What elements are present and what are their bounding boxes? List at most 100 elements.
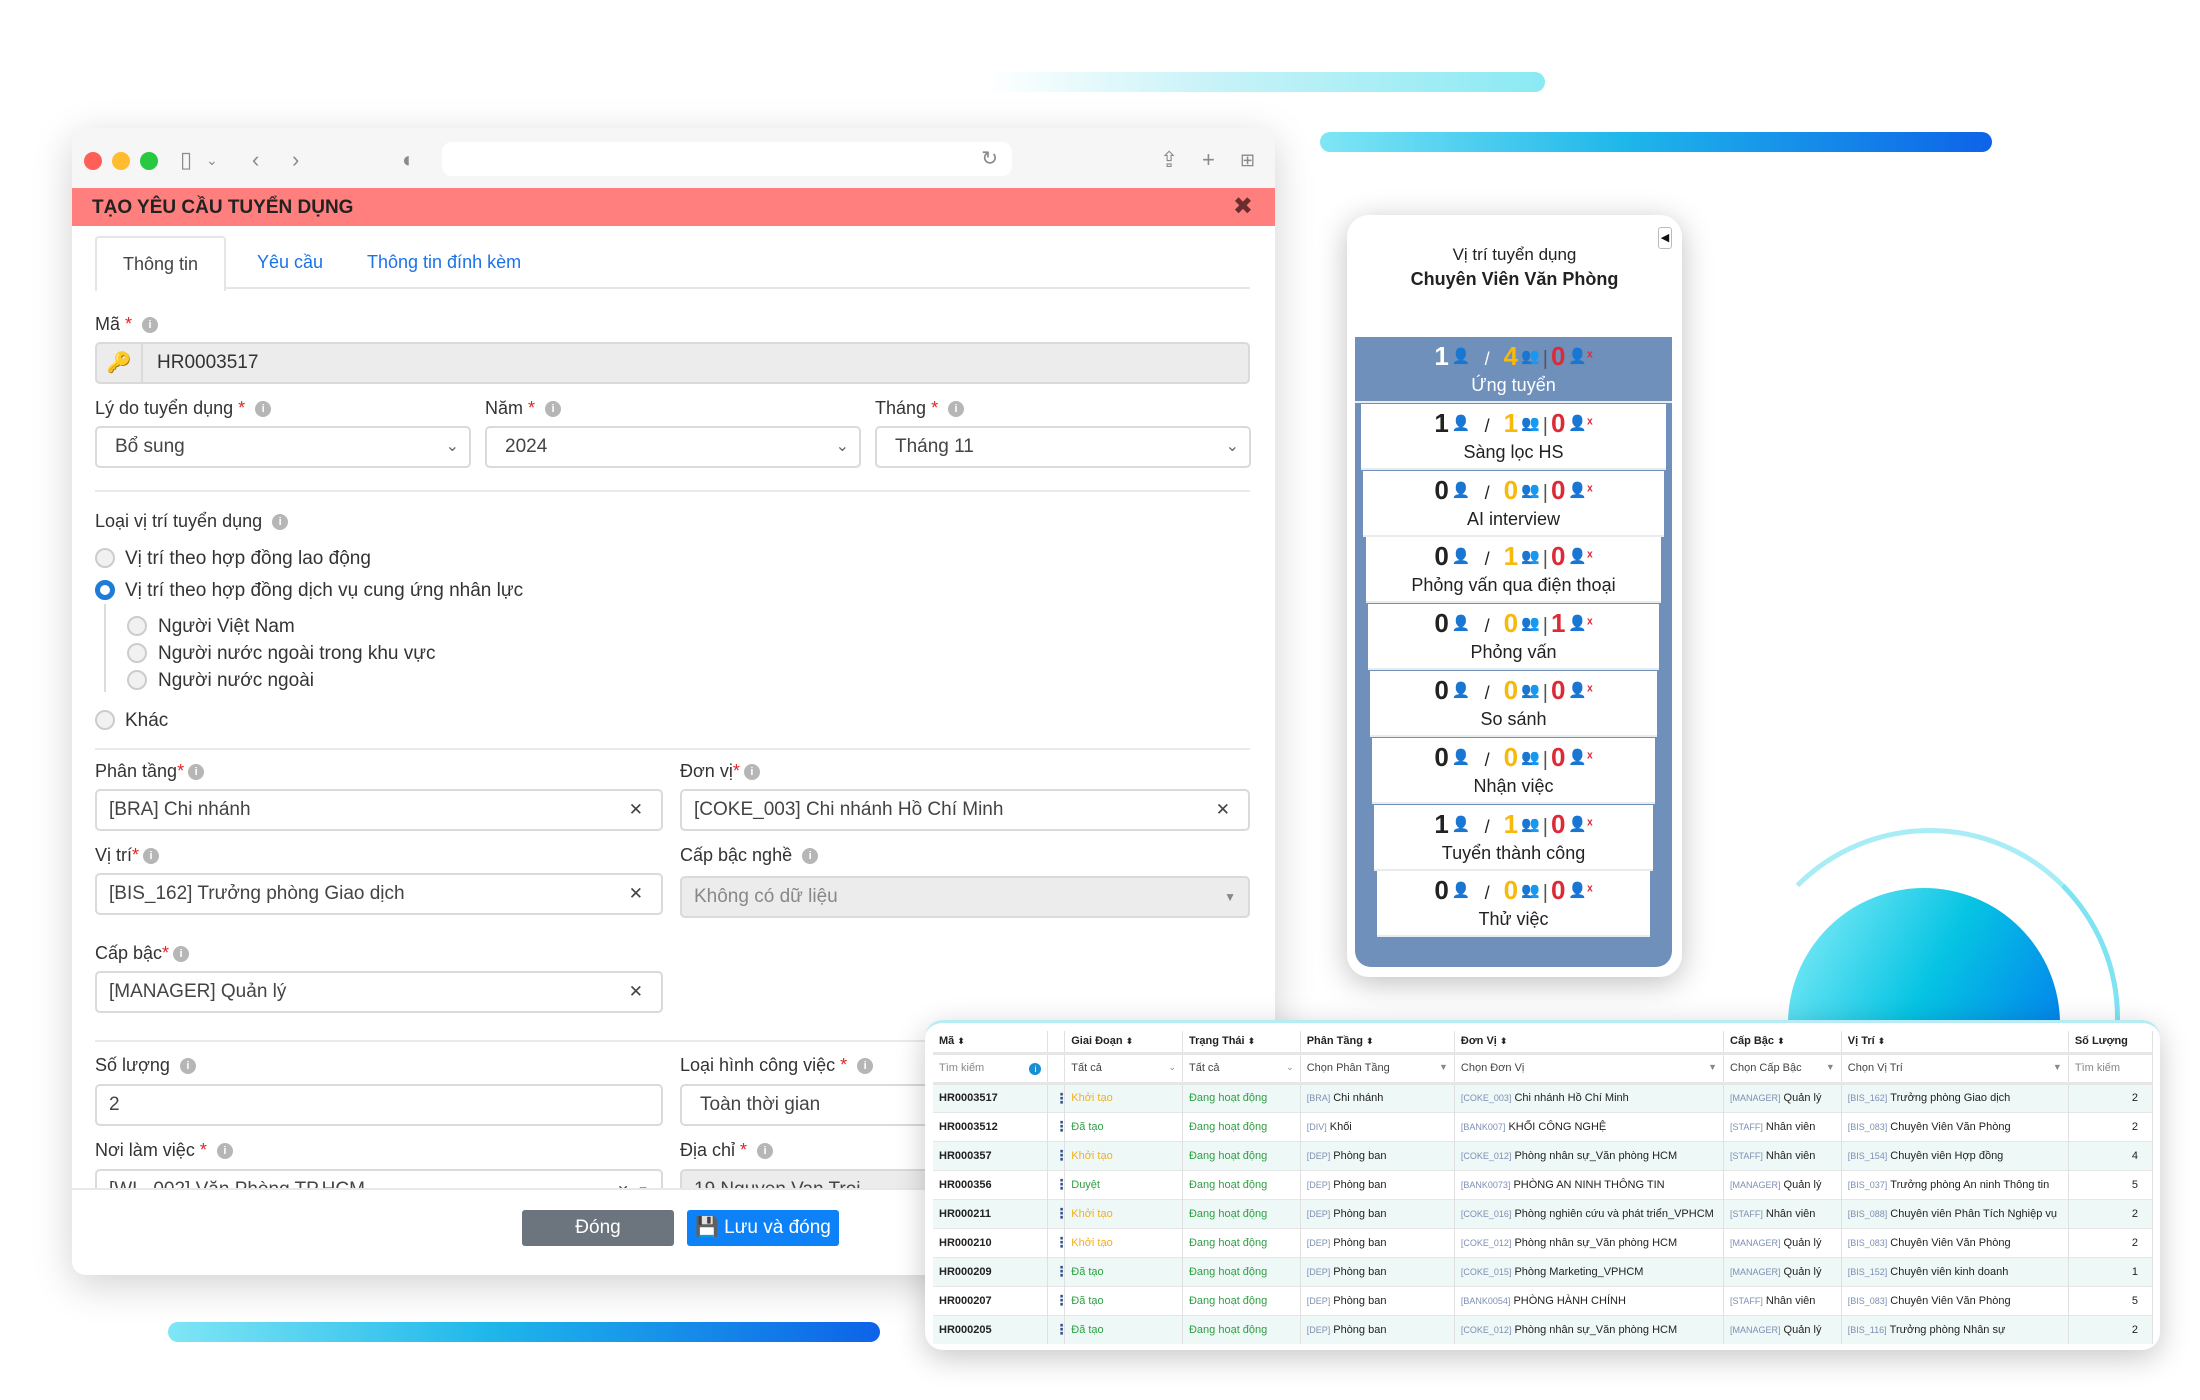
table-row[interactable]: HR000356⋮DuyệtĐang hoạt động[DEP]Phòng b… — [933, 1169, 2154, 1199]
more-actions-icon[interactable]: ⋮ — [1047, 1140, 1066, 1170]
more-actions-icon[interactable]: ⋮ — [1047, 1227, 1066, 1257]
radio-hop-dong-lao-dong[interactable] — [95, 548, 115, 568]
funnel-stage[interactable]: 0 👤/0 👥 | 0 👤ˣ So sánh — [1370, 671, 1657, 737]
more-actions-icon[interactable]: ⋮ — [1047, 1111, 1066, 1141]
more-actions-icon[interactable]: ⋮ — [1047, 1314, 1066, 1344]
window-close-button[interactable] — [84, 152, 102, 170]
more-actions-icon[interactable]: ⋮ — [1047, 1198, 1066, 1228]
column-filter[interactable]: Tìm kiếm i — [933, 1051, 1049, 1085]
funnel-stage[interactable]: 0 👤/0 👥 | 0 👤ˣ AI interview — [1363, 470, 1664, 537]
table-row[interactable]: HR0003512⋮Đã tạoĐang hoạt động[DIV]Khối[… — [933, 1111, 2154, 1141]
new-tab-icon[interactable]: + — [1202, 146, 1215, 174]
cell-code[interactable]: HR000211 — [933, 1198, 1049, 1228]
column-header[interactable]: Đơn Vị ⬍ — [1454, 1031, 1725, 1053]
clear-icon[interactable]: ✕ — [629, 875, 643, 913]
ly-do-select[interactable]: Bổ sung ⌄ — [95, 426, 471, 468]
cell-code[interactable]: HR000209 — [933, 1256, 1049, 1286]
funnel-stage[interactable]: 1 👤/1 👥 | 0 👤ˣ Tuyển thành công — [1374, 804, 1653, 871]
funnel-stage[interactable]: 1 👤 / 4 👥 | 0 👤ˣ Ứng tuyển — [1355, 337, 1672, 403]
tab-thong-tin-dinh-kem[interactable]: Thông tin đính kèm — [341, 236, 547, 289]
sidebar-icon[interactable]: ▯ — [180, 146, 192, 174]
column-filter[interactable]: Tìm kiếm — [2068, 1051, 2154, 1085]
info-icon[interactable]: i — [1029, 1062, 1042, 1075]
radio-nguoi-nuoc-ngoai[interactable] — [127, 670, 147, 690]
column-filter[interactable]: Tất cả ⌄ — [1182, 1051, 1301, 1085]
column-header[interactable]: Cấp Bậc ⬍ — [1723, 1031, 1842, 1053]
thang-select[interactable]: Tháng 11 ⌄ — [875, 426, 1251, 468]
forward-icon[interactable]: › — [292, 146, 299, 174]
cell-code[interactable]: HR0003512 — [933, 1111, 1049, 1141]
cell-code[interactable]: HR000357 — [933, 1140, 1049, 1170]
cell-status: Đang hoạt động — [1182, 1314, 1301, 1344]
tab-yeu-cau[interactable]: Yêu cầu — [231, 236, 349, 289]
table-row[interactable]: HR000205⋮Đã tạoĐang hoạt động[DEP]Phòng … — [933, 1314, 2154, 1344]
cell-code[interactable]: HR000205 — [933, 1314, 1049, 1344]
cap-bac-nghe-select[interactable]: Không có dữ liệu ▼ — [680, 876, 1250, 918]
nam-select[interactable]: 2024 ⌄ — [485, 426, 861, 468]
table-row[interactable]: HR0003517⋮Khởi tạoĐang hoạt động[BRA]Chi… — [933, 1082, 2154, 1112]
sort-icon[interactable]: ⬍ — [1248, 1036, 1256, 1046]
back-icon[interactable]: ‹ — [252, 146, 259, 174]
radio-nguoi-nuoc-ngoai-khu-vuc[interactable] — [127, 643, 147, 663]
clear-icon[interactable]: ✕ — [1216, 791, 1230, 829]
more-actions-icon[interactable]: ⋮ — [1047, 1169, 1066, 1199]
funnel-stage[interactable]: 1 👤/1 👥 | 0 👤ˣ Sàng lọc HS — [1361, 403, 1666, 470]
table-row[interactable]: HR000211⋮Khởi tạoĐang hoạt động[DEP]Phòn… — [933, 1198, 2154, 1228]
funnel-stage[interactable]: 0 👤/0 👥 | 1 👤ˣ Phỏng vấn — [1368, 604, 1659, 671]
sort-icon[interactable]: ⬍ — [1500, 1036, 1508, 1046]
column-header[interactable]: Phân Tầng ⬍ — [1300, 1031, 1455, 1053]
column-header[interactable]: Trạng Thái ⬍ — [1182, 1031, 1301, 1053]
save-and-close-button[interactable]: 💾 Lưu và đóng — [687, 1210, 839, 1246]
clear-icon[interactable]: ✕ — [629, 791, 643, 829]
column-filter[interactable]: Tất cả ⌄ — [1064, 1051, 1183, 1085]
cell-code[interactable]: HR000207 — [933, 1285, 1049, 1315]
funnel-stage[interactable]: 0 👤/0 👥 | 0 👤ˣ Nhận việc — [1372, 737, 1655, 804]
more-actions-icon[interactable]: ⋮ — [1047, 1256, 1066, 1286]
window-maximize-button[interactable] — [140, 152, 158, 170]
table-row[interactable]: HR000357⋮Khởi tạoĐang hoạt động[DEP]Phòn… — [933, 1140, 2154, 1170]
window-minimize-button[interactable] — [112, 152, 130, 170]
table-row[interactable]: HR000210⋮Khởi tạoĐang hoạt động[DEP]Phòn… — [933, 1227, 2154, 1257]
radio-hop-dong-dich-vu[interactable] — [95, 580, 115, 600]
column-filter[interactable]: Chọn Đơn Vị ▼ — [1454, 1051, 1725, 1085]
tab-thong-tin[interactable]: Thông tin — [95, 236, 227, 291]
cell-code[interactable]: HR000356 — [933, 1169, 1049, 1199]
radio-khac[interactable] — [95, 710, 115, 730]
cell-code[interactable]: HR0003517 — [933, 1082, 1049, 1112]
funnel-stage[interactable]: 0 👤/0 👥 | 0 👤ˣ Thử việc — [1377, 871, 1650, 938]
so-luong-input[interactable]: 2 — [95, 1084, 663, 1126]
column-header[interactable]: Số Lượng — [2068, 1031, 2154, 1053]
cap-bac-select[interactable]: [MANAGER] Quản lý ✕ — [95, 971, 663, 1013]
more-actions-icon[interactable]: ⋮ — [1047, 1082, 1066, 1112]
funnel-stage[interactable]: 0 👤/1 👥 | 0 👤ˣ Phỏng vấn qua điện thoại — [1366, 537, 1661, 604]
share-icon[interactable]: ⇪ — [1160, 146, 1178, 174]
cell-code[interactable]: HR000210 — [933, 1227, 1049, 1257]
sort-icon[interactable]: ⬍ — [957, 1036, 965, 1046]
sort-icon[interactable]: ⬍ — [1777, 1036, 1785, 1046]
radio-nguoi-viet-nam[interactable] — [127, 616, 147, 636]
table-row[interactable]: HR000209⋮Đã tạoĐang hoạt động[DEP]Phòng … — [933, 1256, 2154, 1286]
close-button[interactable]: Đóng — [522, 1210, 674, 1246]
cell-level: [MANAGER] Quản lý — [1723, 1227, 1842, 1257]
reload-icon[interactable]: ↻ — [981, 146, 998, 171]
sort-icon[interactable]: ⬍ — [1366, 1036, 1374, 1046]
column-header[interactable]: Vị Trí ⬍ — [1841, 1031, 2069, 1053]
cell-position: [BIS_037] Trưởng phòng An ninh Thông tin — [1841, 1169, 2069, 1199]
address-bar[interactable]: ↻ — [442, 142, 1012, 176]
sort-icon[interactable]: ⬍ — [1878, 1036, 1886, 1046]
column-header[interactable]: Giai Đoạn ⬍ — [1064, 1031, 1183, 1053]
phan-tang-select[interactable]: [BRA] Chi nhánh ✕ — [95, 789, 663, 831]
close-icon[interactable]: ✖ — [1233, 192, 1253, 221]
sort-icon[interactable]: ⬍ — [1126, 1036, 1134, 1046]
clear-icon[interactable]: ✕ — [629, 973, 643, 1011]
don-vi-select[interactable]: [COKE_003] Chi nhánh Hồ Chí Minh ✕ — [680, 789, 1250, 831]
chevron-down-icon[interactable]: ⌄ — [206, 146, 218, 174]
column-header[interactable]: Mã ⬍ — [933, 1031, 1049, 1053]
table-row[interactable]: HR000207⋮Đã tạoĐang hoạt động[DEP]Phòng … — [933, 1285, 2154, 1315]
tab-overview-icon[interactable]: ⊞ — [1240, 146, 1255, 174]
vi-tri-select[interactable]: [BIS_162] Trưởng phòng Giao dịch ✕ — [95, 873, 663, 915]
column-filter[interactable]: Chọn Phân Tầng ▼ — [1300, 1051, 1455, 1085]
column-filter[interactable]: Chọn Vị Trí ▼ — [1841, 1051, 2069, 1085]
column-filter[interactable]: Chọn Cấp Bậc ▼ — [1723, 1051, 1842, 1085]
more-actions-icon[interactable]: ⋮ — [1047, 1285, 1066, 1315]
